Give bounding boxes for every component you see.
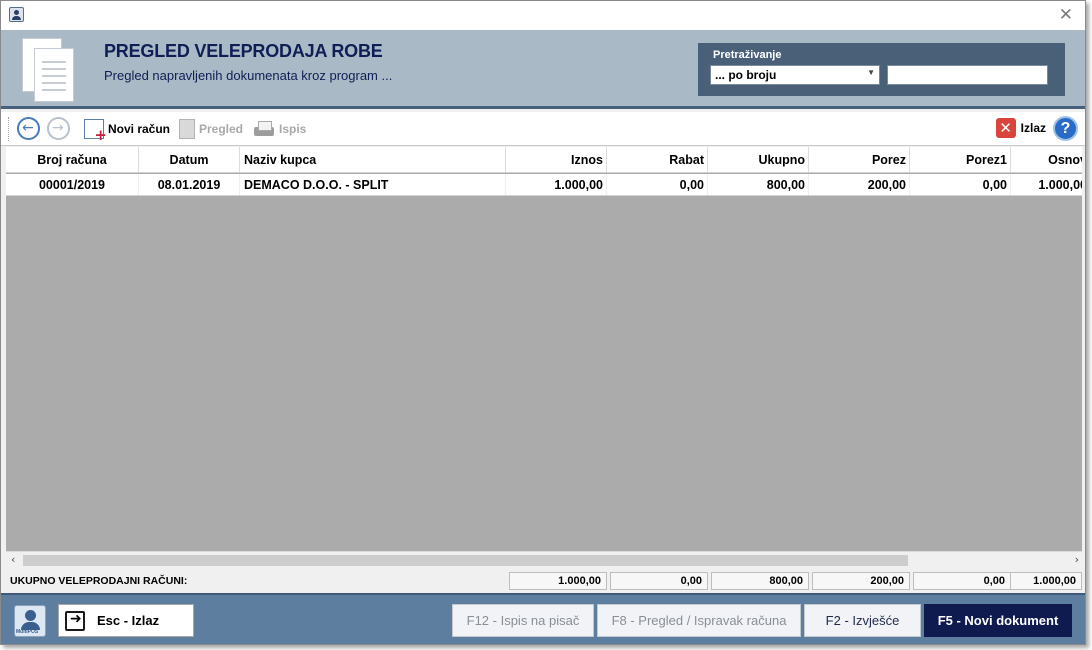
edit-invoice-button[interactable]: F8 - Pregled / Ispravak računa <box>597 604 801 637</box>
exit-label: Izlaz <box>1020 121 1046 135</box>
arrow-left-icon: ← <box>22 120 34 136</box>
table-cell: DEMACO D.O.O. - SPLIT <box>240 174 506 195</box>
print-to-printer-button[interactable]: F12 - Ispis na pisač <box>452 604 594 637</box>
search-mode-value: ... po broju <box>715 68 777 82</box>
table-cell: 1.000,00 <box>1011 174 1082 195</box>
preview-label: Pregled <box>199 122 244 136</box>
new-invoice-button[interactable]: Novi račun <box>84 118 171 144</box>
printer-icon <box>253 120 275 138</box>
table-row[interactable]: 00001/2019 08.01.2019 DEMACO D.O.O. - SP… <box>6 174 1082 196</box>
column-header[interactable]: Ukupno <box>708 147 809 172</box>
column-header[interactable]: Porez1 <box>910 147 1011 172</box>
total-value: 0,00 <box>913 572 1011 590</box>
exit-button[interactable]: ✕ Izlaz <box>995 118 1046 138</box>
table-cell: 08.01.2019 <box>139 174 240 195</box>
horizontal-scrollbar[interactable]: ‹ › <box>6 551 1082 569</box>
scroll-left-icon[interactable]: ‹ <box>11 553 15 566</box>
total-value: 200,00 <box>812 572 910 590</box>
footer-bar: MultiPOS Esc - Izlaz F12 - Ispis na pisa… <box>1 593 1085 644</box>
forward-button[interactable]: → <box>47 117 70 140</box>
table-cell: 0,00 <box>607 174 708 195</box>
column-header[interactable]: Rabat <box>607 147 708 172</box>
exit-door-icon <box>65 610 85 631</box>
table-cell: 200,00 <box>809 174 910 195</box>
new-document-button[interactable]: F5 - Novi dokument <box>924 604 1072 637</box>
documents-icon <box>18 38 78 104</box>
total-value: 800,00 <box>711 572 809 590</box>
title-bar: ✕ <box>1 1 1085 30</box>
column-header[interactable]: Broj računa <box>6 147 139 172</box>
scrollbar-thumb[interactable] <box>23 555 908 566</box>
search-panel: Pretraživanje ... po broju ▼ <box>698 43 1065 96</box>
table-cell: 800,00 <box>708 174 809 195</box>
invoice-grid[interactable]: Broj računa Datum Naziv kupca Iznos Raba… <box>6 147 1082 551</box>
esc-exit-label: Esc - Izlaz <box>97 613 160 628</box>
column-header[interactable]: Porez <box>809 147 910 172</box>
table-cell: 0,00 <box>910 174 1011 195</box>
new-invoice-label: Novi račun <box>108 122 171 136</box>
table-cell: 00001/2019 <box>6 174 139 195</box>
column-header[interactable]: Datum <box>139 147 240 172</box>
esc-exit-button[interactable]: Esc - Izlaz <box>58 604 194 637</box>
arrow-right-icon: → <box>52 120 64 136</box>
column-header[interactable]: Iznos <box>506 147 607 172</box>
page-title: PREGLED VELEPRODAJA ROBE <box>104 41 383 61</box>
reports-button[interactable]: F2 - Izvješće <box>804 604 921 637</box>
total-value: 0,00 <box>610 572 708 590</box>
back-button[interactable]: ← <box>17 117 40 140</box>
new-document-icon <box>84 119 107 144</box>
total-value: 1.000,00 <box>509 572 607 590</box>
page-subtitle: Pregled napravljenih dokumenata kroz pro… <box>104 68 393 83</box>
dropdown-arrow-icon: ▼ <box>867 68 875 77</box>
page-icon <box>179 119 195 139</box>
logo-text: MultiPOS <box>16 629 39 635</box>
print-label: Ispis <box>279 122 307 136</box>
search-input[interactable] <box>887 65 1048 85</box>
app-icon[interactable] <box>9 7 24 22</box>
search-mode-select[interactable]: ... po broju ▼ <box>710 65 880 85</box>
column-header[interactable]: Osnov <box>1011 147 1082 172</box>
help-icon[interactable]: ? <box>1053 116 1078 141</box>
total-value: 1.000,00 <box>1010 572 1082 590</box>
toolbar: ← → Novi račun Pregled Ispis ✕ Izlaz ? <box>1 112 1085 146</box>
window: ✕ PREGLED VELEPRODAJA ROBE Pregled napra… <box>0 0 1086 645</box>
scroll-right-icon[interactable]: › <box>1075 553 1079 566</box>
column-header[interactable]: Naziv kupca <box>240 147 506 172</box>
search-label: Pretraživanje <box>713 49 782 61</box>
print-button[interactable]: Ispis <box>253 118 306 140</box>
preview-button[interactable]: Pregled <box>179 118 243 140</box>
close-icon[interactable]: ✕ <box>1059 5 1073 25</box>
close-red-icon: ✕ <box>995 118 1016 138</box>
grid-header: Broj računa Datum Naziv kupca Iznos Raba… <box>6 147 1082 173</box>
header-panel: PREGLED VELEPRODAJA ROBE Pregled napravl… <box>1 30 1085 109</box>
table-cell: 1.000,00 <box>506 174 607 195</box>
multipos-logo-icon: MultiPOS <box>14 605 46 637</box>
totals-bar: UKUPNO VELEPRODAJNI RAČUNI: 1.000,00 0,0… <box>6 570 1082 592</box>
totals-label: UKUPNO VELEPRODAJNI RAČUNI: <box>10 575 188 587</box>
toolbar-grip <box>8 117 10 141</box>
